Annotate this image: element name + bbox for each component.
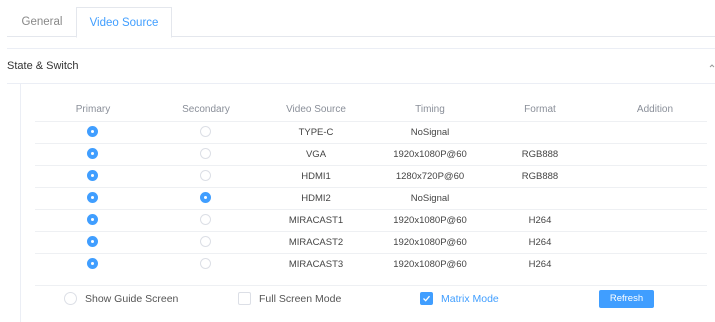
video-source-cell: MIRACAST2 [288, 237, 344, 248]
addition-cell [625, 144, 685, 165]
table-row: HDMI2 NoSignal [35, 187, 707, 209]
video-source-cell: HDMI2 [301, 193, 331, 204]
full-screen-mode-label[interactable]: Full Screen Mode [259, 292, 341, 306]
secondary-radio[interactable] [200, 258, 211, 269]
column-header-primary: Primary [75, 104, 111, 115]
timing-cell: NoSignal [410, 127, 450, 138]
video-source-cell: MIRACAST3 [288, 259, 344, 270]
column-header-secondary: Secondary [182, 104, 230, 115]
timing-cell: 1920x1080P@60 [393, 215, 467, 226]
timing-cell: 1280x720P@60 [395, 171, 465, 182]
section-header[interactable]: State & Switch [7, 48, 715, 84]
table-row: VGA 1920x1080P@60 RGB888 [35, 143, 707, 165]
addition-cell [625, 166, 685, 187]
tab-bar: General Video Source [7, 7, 715, 38]
secondary-radio[interactable] [200, 170, 211, 181]
refresh-button[interactable]: Refresh [599, 290, 654, 308]
table-row: HDMI1 1280x720P@60 RGB888 [35, 165, 707, 187]
matrix-mode-checkbox[interactable] [420, 292, 433, 305]
timing-cell: NoSignal [410, 193, 450, 204]
video-source-cell: MIRACAST1 [288, 215, 344, 226]
chevron-up-icon[interactable] [709, 63, 715, 69]
format-cell: H264 [528, 259, 552, 270]
primary-radio[interactable] [87, 170, 98, 181]
format-cell: RGB888 [521, 149, 559, 160]
video-source-cell: VGA [305, 149, 327, 160]
timing-cell: 1920x1080P@60 [393, 259, 467, 270]
primary-radio[interactable] [87, 192, 98, 203]
timing-cell: 1920x1080P@60 [393, 237, 467, 248]
format-cell [510, 122, 570, 143]
addition-cell [625, 122, 685, 143]
show-guide-screen-radio[interactable] [64, 292, 77, 305]
secondary-radio[interactable] [200, 126, 211, 137]
column-header-format: Format [524, 104, 556, 115]
primary-radio[interactable] [87, 214, 98, 225]
table-header: Primary Secondary Video Source Timing Fo… [35, 98, 707, 122]
full-screen-mode-checkbox[interactable] [238, 292, 251, 305]
table-row: MIRACAST3 1920x1080P@60 H264 [35, 253, 707, 275]
show-guide-screen-label[interactable]: Show Guide Screen [85, 292, 178, 306]
format-cell: H264 [528, 215, 552, 226]
format-cell [510, 188, 570, 209]
table-row: MIRACAST1 1920x1080P@60 H264 [35, 209, 707, 231]
matrix-mode-label[interactable]: Matrix Mode [441, 292, 499, 306]
primary-radio[interactable] [87, 148, 98, 159]
secondary-radio[interactable] [200, 148, 211, 159]
checkmark-icon [423, 295, 430, 302]
tab-general[interactable]: General [7, 7, 77, 37]
video-source-cell: TYPE-C [298, 127, 334, 138]
tab-video-source[interactable]: Video Source [76, 7, 172, 38]
primary-radio[interactable] [87, 258, 98, 269]
column-header-addition: Addition [636, 104, 674, 115]
addition-cell [625, 254, 685, 275]
secondary-radio[interactable] [200, 214, 211, 225]
addition-cell [625, 210, 685, 231]
secondary-radio[interactable] [200, 192, 211, 203]
format-cell: H264 [528, 237, 552, 248]
timing-cell: 1920x1080P@60 [393, 149, 467, 160]
addition-cell [625, 188, 685, 209]
table-row: TYPE-C NoSignal [35, 121, 707, 143]
addition-cell [625, 232, 685, 253]
table-bottom-divider [35, 285, 707, 286]
primary-radio[interactable] [87, 236, 98, 247]
secondary-radio[interactable] [200, 236, 211, 247]
video-source-cell: HDMI1 [301, 171, 331, 182]
format-cell: RGB888 [521, 171, 559, 182]
section-title: State & Switch [7, 60, 79, 72]
column-header-timing: Timing [415, 104, 445, 115]
table-row: MIRACAST2 1920x1080P@60 H264 [35, 231, 707, 253]
primary-radio[interactable] [87, 126, 98, 137]
column-header-video-source: Video Source [286, 104, 346, 115]
